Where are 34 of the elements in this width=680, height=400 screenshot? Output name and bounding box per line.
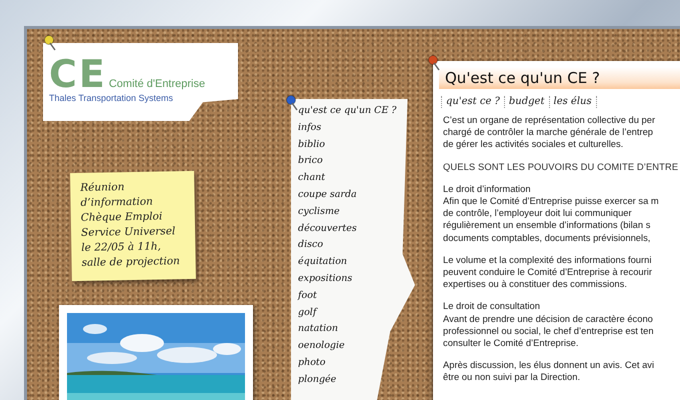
menu-link[interactable]: qu'est ce qu'un CE ?: [298, 103, 415, 120]
menu-link[interactable]: infos: [298, 120, 415, 137]
menu-link[interactable]: brico: [298, 153, 415, 170]
logo-mark: CE: [49, 57, 107, 91]
pushpin-icon: [285, 95, 299, 111]
paragraph: Le volume et la complexité des informations fourni peuvent conduire le Comité d’Entreprise à recourir expertises ou à constituer des commissions.: [443, 254, 653, 290]
paragraph: Après discussion, les élus donnent un avis. Cet avi être ou non suivi par la Direction.: [443, 359, 656, 384]
section-heading: QUELS SONT LES POUVOIRS DU COMITE D’ENTRE: [443, 160, 680, 173]
tab[interactable]: budget: [504, 96, 550, 108]
tab[interactable]: qu'est ce ?: [442, 96, 505, 108]
pushpin-icon: [427, 55, 441, 71]
page-title: Qu'est ce qu'un CE ?: [439, 67, 680, 89]
menu-link[interactable]: natation: [298, 321, 415, 338]
logo-name: Comité d'Entreprise: [108, 78, 206, 91]
paragraph: C’est un organe de représentation collective du per chargé de contrôler la marche générale de l’entrep de gérer les activités sociales et culturelles.: [443, 114, 656, 151]
paragraph: Le droit d’information Afin que le Comité d’Entreprise puisse exercer sa m de contrôle, l’employeur doit lui communiquer régulièrement un ensemble d’informations (bilan s documents comptables, documents prévisionnels,: [443, 182, 660, 244]
menu-link[interactable]: photo: [298, 354, 415, 372]
pushpin-icon: [43, 35, 57, 51]
menu-link[interactable]: expositions: [298, 270, 415, 288]
menu-link[interactable]: équitation: [298, 254, 415, 271]
menu-link[interactable]: chant: [298, 170, 415, 187]
menu-link[interactable]: biblio: [298, 136, 415, 154]
menu-link[interactable]: oenologie: [298, 338, 415, 355]
menu-link[interactable]: coupe sarda: [298, 186, 415, 204]
menu-link[interactable]: découvertes: [298, 220, 415, 238]
paragraph: Le droit de consultation Avant de prendre une décision de caractère écono professionnel ou social, le chef d’entreprise est ten consulter le Comité d’Entreprise.: [443, 300, 655, 350]
menu-link[interactable]: plongée: [298, 372, 415, 389]
note-text: Réunion d’information Chèque Emploi Service Universel le 22/05 à 11h, salle de projection: [80, 180, 181, 271]
menu-link[interactable]: foot: [298, 288, 415, 305]
menu-link[interactable]: golf: [298, 304, 415, 322]
logo-subtitle: Thales Transportation Systems: [49, 93, 174, 103]
menu-link[interactable]: disco: [298, 237, 415, 254]
menu-link[interactable]: cyclisme: [298, 204, 415, 221]
tab[interactable]: les élus: [550, 96, 597, 108]
